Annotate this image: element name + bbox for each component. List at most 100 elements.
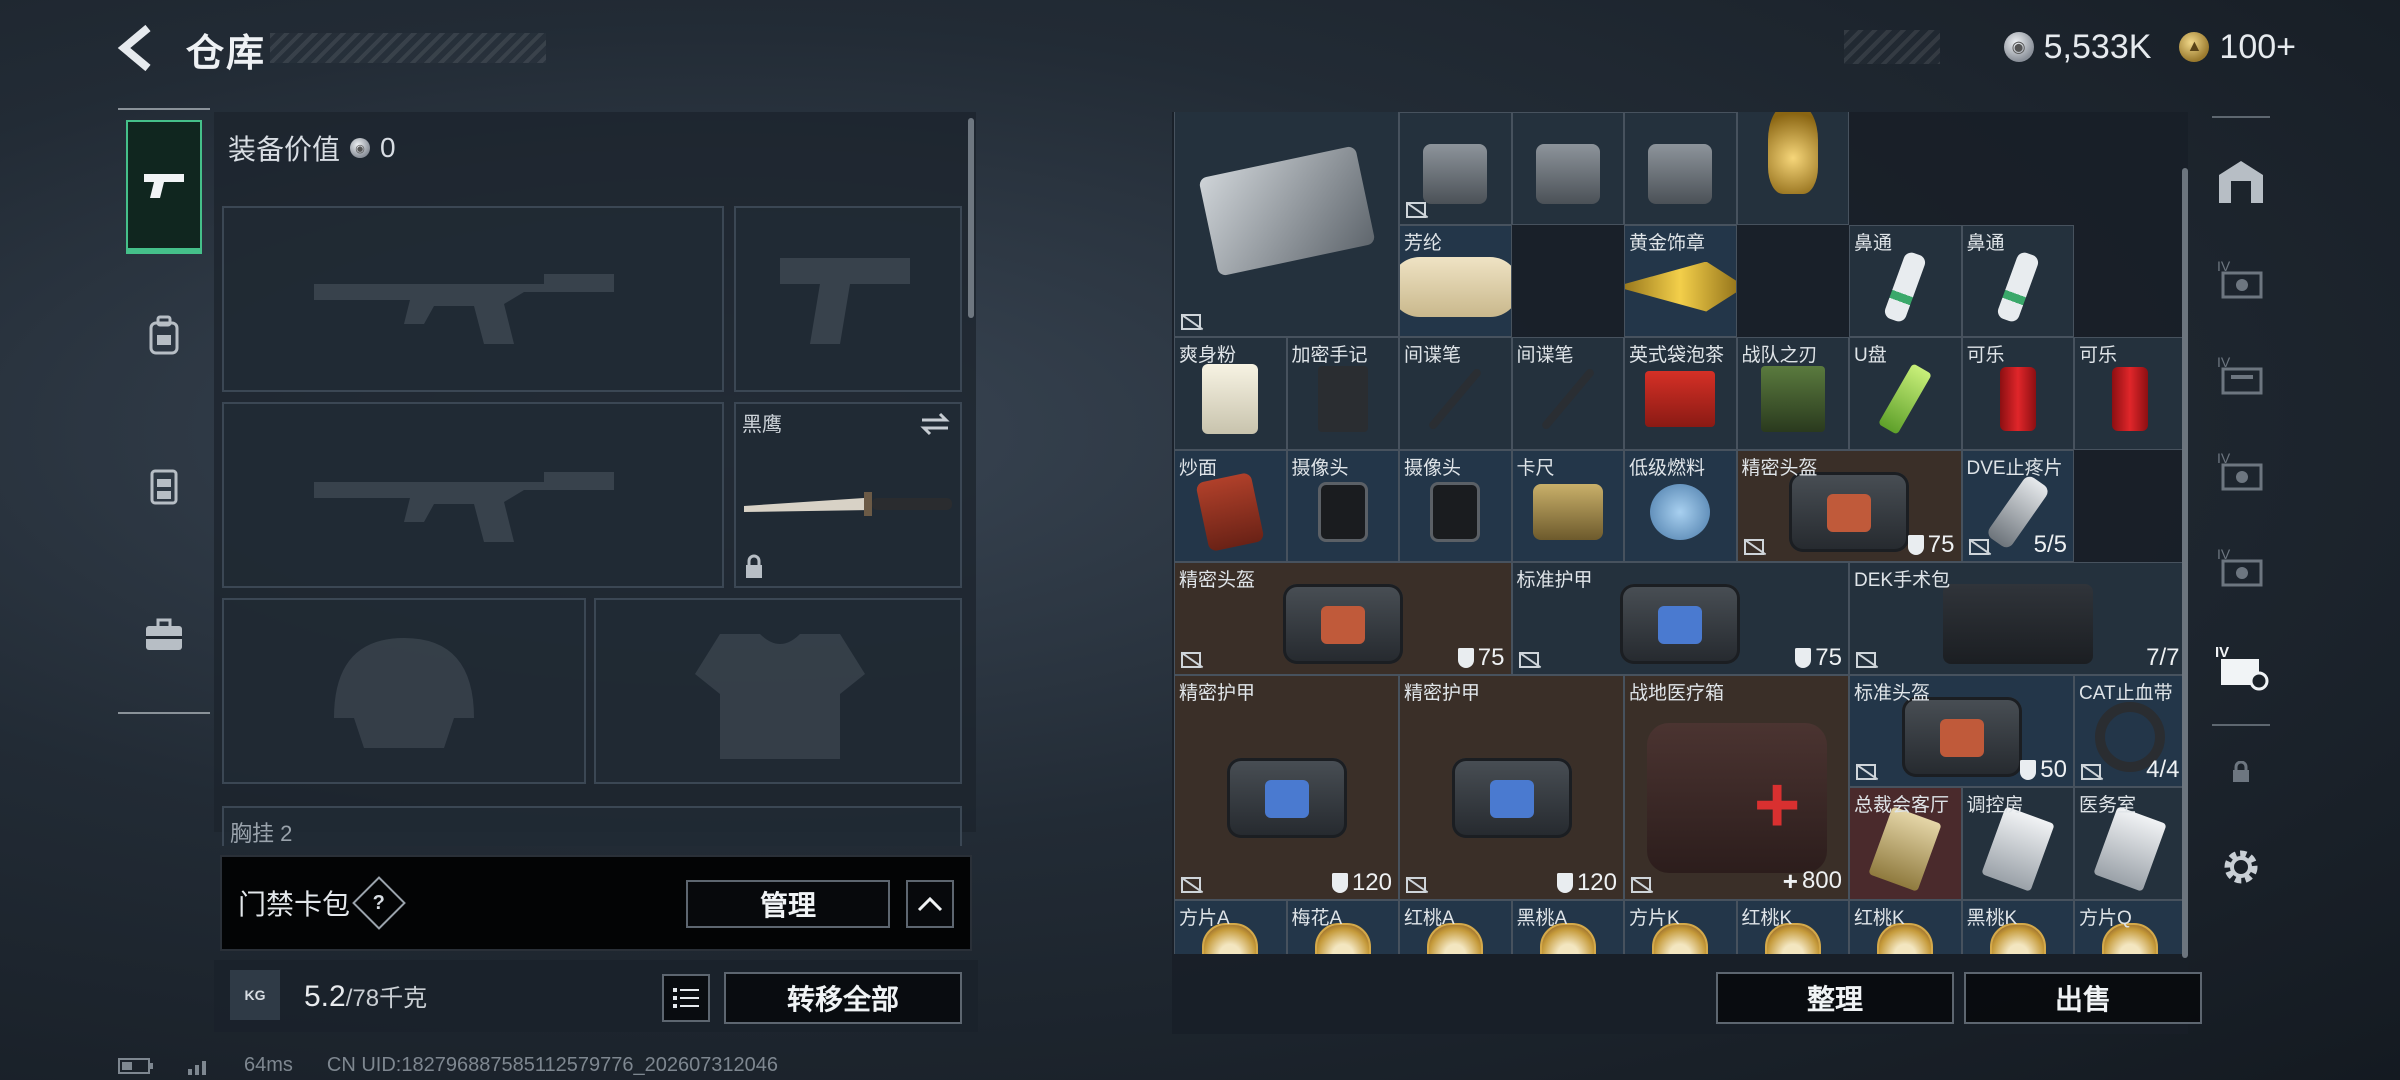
inventory-item[interactable]	[1624, 112, 1737, 225]
inventory-item[interactable]	[1736, 112, 1849, 225]
locked-storage-tab	[2200, 730, 2282, 814]
inventory-item[interactable]: 方片A	[1174, 899, 1287, 954]
inventory-item[interactable]: 芳纶	[1399, 224, 1512, 338]
inventory-item[interactable]	[1174, 112, 1399, 338]
inventory-item[interactable]: DVE止疼片 5/5	[1961, 449, 2074, 563]
swap-icon[interactable]	[918, 412, 952, 436]
equipment-scrollbar[interactable]	[968, 118, 974, 318]
inventory-item[interactable]: 红桃K	[1736, 899, 1849, 954]
inventory-item[interactable]: 可乐	[2074, 337, 2187, 450]
settings-button[interactable]	[2200, 822, 2282, 912]
inventory-item[interactable]: 鼻通	[1961, 224, 2074, 338]
inventory-item[interactable]: U盘	[1849, 337, 1962, 450]
item-name: 精密头盔	[1179, 570, 1256, 592]
briefcase-icon	[146, 618, 182, 650]
inventory-item[interactable]: 黄金饰章	[1624, 224, 1737, 338]
inventory-item[interactable]	[1511, 112, 1624, 225]
inventory-item[interactable]: 间谍笔	[1511, 337, 1624, 450]
storage-home-tab[interactable]	[2200, 136, 2282, 226]
item-name: 鼻通	[1854, 232, 1893, 254]
inventory-item[interactable]: CAT止血带 4/4	[2074, 674, 2187, 788]
inventory-item[interactable]: 黑桃K	[1961, 899, 2074, 954]
tab-case[interactable]	[126, 570, 202, 700]
sidearm-slot[interactable]	[734, 206, 962, 392]
inventory-item[interactable]: 红桃K	[1849, 899, 1962, 954]
tab-rig[interactable]	[126, 420, 202, 550]
inventory-item[interactable]: 卡尺	[1511, 449, 1624, 563]
no-insure-icon	[1406, 201, 1426, 218]
inventory-item[interactable]: 英式袋泡茶	[1624, 337, 1737, 450]
rig-icon	[150, 469, 178, 505]
inventory-item[interactable]: 方片Q	[2074, 899, 2187, 954]
item-name: 红桃K	[1854, 907, 1905, 929]
inventory-item[interactable]: 精密头盔 75	[1174, 562, 1512, 675]
melee-slot[interactable]: 黑鹰	[734, 402, 962, 588]
item-stat: 50	[2020, 756, 2067, 784]
chest-rig-slot[interactable]: 胸挂 2	[222, 806, 962, 846]
armor-silhouette-icon	[695, 634, 865, 759]
item-stat: 120	[1556, 869, 1617, 897]
inventory-item[interactable]: 摄像头	[1286, 449, 1399, 563]
inventory-item[interactable]: 梅花A	[1286, 899, 1399, 954]
bag-icon	[1451, 758, 1572, 839]
inventory-scrollbar[interactable]	[2182, 168, 2188, 958]
chest-rig-label: 胸挂 2	[230, 821, 293, 846]
inventory-item[interactable]: 精密护甲 120	[1174, 674, 1399, 900]
item-name: 战队之刃	[1741, 345, 1818, 367]
inventory-item[interactable]: 低级燃料	[1624, 449, 1737, 563]
tab-weapon[interactable]	[126, 120, 202, 254]
collapse-button[interactable]	[906, 880, 954, 928]
inventory-item[interactable]: 黑桃A	[1511, 899, 1624, 954]
storage-tab-3[interactable]: IV	[2200, 330, 2282, 420]
inventory-item[interactable]	[1399, 112, 1512, 225]
storage-tab-5[interactable]: IV	[2200, 522, 2282, 612]
inventory-item[interactable]: 爽身粉	[1174, 337, 1287, 450]
no-insure-icon	[1181, 314, 1201, 331]
storage-tab-2[interactable]: IV	[2200, 234, 2282, 324]
inventory-item[interactable]: 总裁会客厅	[1849, 787, 1962, 900]
inventory-item[interactable]: 间谍笔	[1399, 337, 1512, 450]
inventory-item[interactable]: 标准护甲 75	[1511, 562, 1849, 675]
armor-slot[interactable]	[594, 598, 962, 784]
inventory-item[interactable]: 方片K	[1624, 899, 1737, 954]
transfer-all-button[interactable]: 转移全部	[724, 972, 962, 1024]
secondary-weapon-slot[interactable]	[222, 402, 724, 588]
equipment-panel: 装备价值 ◉ 0 黑鹰 胸挂 2	[214, 112, 976, 846]
inventory-item[interactable]: 标准头盔 50	[1849, 674, 2074, 788]
sort-button[interactable]: 整理	[1716, 972, 1954, 1024]
inventory-item[interactable]: 战队之刃	[1736, 337, 1849, 450]
inventory-item[interactable]: 医务室	[2074, 787, 2187, 900]
inventory-item[interactable]: 炒面	[1174, 449, 1287, 563]
inventory-item[interactable]: 鼻通	[1849, 224, 1962, 338]
inventory-item[interactable]: 可乐	[1961, 337, 2074, 450]
inventory-item[interactable]: 调控房	[1961, 787, 2074, 900]
inventory-item[interactable]: DEK手术包 7/7	[1849, 562, 2187, 675]
inventory-item[interactable]: 红桃A	[1399, 899, 1512, 954]
manage-button[interactable]: 管理	[686, 880, 890, 928]
inventory-item[interactable]: 战地医疗箱 +800	[1624, 674, 1849, 900]
item-stat: 75	[1907, 531, 1955, 559]
item-name: 标准头盔	[1854, 682, 1931, 704]
pen-icon	[1427, 367, 1483, 431]
inventory-item[interactable]: 加密手记	[1286, 337, 1399, 450]
help-icon[interactable]: ?	[352, 876, 406, 930]
tab-backpack[interactable]	[126, 270, 202, 400]
storage-tab-4[interactable]: IV	[2200, 426, 2282, 516]
storage-tab-active[interactable]: IV	[2200, 622, 2282, 712]
inventory-item[interactable]: 精密头盔 75	[1736, 449, 1962, 563]
primary-weapon-slot[interactable]	[222, 206, 724, 392]
no-insure-icon	[1406, 876, 1426, 893]
list-view-button[interactable]	[662, 974, 710, 1022]
no-insure-icon	[1856, 651, 1876, 668]
helmet-slot[interactable]	[222, 598, 586, 784]
sell-button[interactable]: 出售	[1964, 972, 2202, 1024]
item-name: 医务室	[2079, 795, 2137, 817]
storage-level-icon: IV	[2217, 354, 2263, 395]
equipment-value-label: 装备价值	[228, 134, 341, 165]
no-insure-icon	[1631, 876, 1651, 893]
inventory-item[interactable]: 精密护甲 120	[1399, 674, 1624, 900]
item-name: 摄像头	[1291, 457, 1349, 479]
item-name: U盘	[1854, 345, 1887, 367]
inventory-item[interactable]: 摄像头	[1399, 449, 1512, 563]
back-button[interactable]	[112, 22, 164, 74]
